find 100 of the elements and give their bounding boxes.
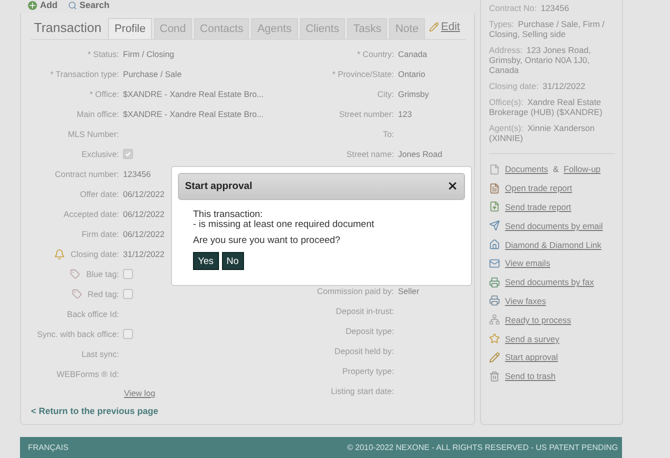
report-icon	[489, 201, 500, 212]
action-link[interactable]: Send documents by email	[505, 220, 603, 231]
field-label: * Office:	[90, 89, 119, 99]
action-link[interactable]: Send to trash	[505, 371, 556, 382]
dialog-question: Are you sure you want to proceed?	[193, 236, 342, 246]
action-link[interactable]: Send a survey	[505, 334, 560, 344]
field-label: Commission paid by:	[316, 286, 394, 296]
action-link[interactable]: Documents	[505, 164, 548, 174]
field-value: $XANDRE - Xandre Real Estate Bro...	[123, 109, 264, 119]
field-label: * Status:	[88, 49, 119, 59]
language-link[interactable]: FRANÇAIS	[28, 443, 68, 452]
tab[interactable]: Tasks	[347, 18, 388, 39]
pencil-icon	[489, 352, 500, 363]
tab[interactable]: Contacts	[194, 18, 250, 39]
field-value: 06/12/2022	[123, 189, 165, 199]
tab[interactable]: Profile	[108, 18, 152, 39]
tab[interactable]: Clients	[300, 18, 346, 39]
joiner-text: &	[553, 164, 559, 174]
tag-icon	[70, 269, 80, 279]
action-link[interactable]: Send trade report	[505, 202, 572, 212]
field-value: $XANDRE - Xandre Real Estate Bro...	[123, 89, 264, 99]
fax-icon	[489, 276, 500, 288]
network-icon	[489, 314, 500, 326]
search-button[interactable]: Search	[68, 0, 110, 10]
action-link[interactable]: Start approval	[505, 352, 558, 362]
action-link[interactable]: Open trade report	[505, 183, 572, 194]
field-label: WEBForms ® Id:	[56, 369, 119, 379]
edit-link[interactable]: Edit	[429, 21, 460, 39]
action-link[interactable]: Follow-up	[564, 164, 601, 174]
tag-icon	[72, 289, 82, 299]
field-label: MLS Number:	[68, 129, 119, 139]
panel-title: Transaction	[33, 20, 102, 37]
field-label: * Country:	[357, 49, 394, 59]
field-label: To:	[382, 129, 394, 139]
field-label: Firm date:	[82, 229, 119, 239]
action-link[interactable]: Ready to process	[505, 314, 572, 325]
checkbox[interactable]	[123, 329, 133, 339]
field-label: * Transaction type:	[50, 69, 119, 79]
view-log-link[interactable]: View log	[124, 388, 156, 398]
close-button[interactable]: ×	[447, 179, 458, 194]
return-link[interactable]: < Return to the previous page	[31, 406, 466, 416]
field-label: Street name:	[346, 149, 394, 159]
action-link[interactable]: Send documents by fax	[505, 277, 594, 288]
add-icon	[28, 0, 37, 10]
summary-line: Types: Purchase / Sale, Firm / Closing, Selling side	[489, 19, 606, 39]
yes-button[interactable]: Yes	[193, 252, 218, 270]
printer-icon	[489, 295, 500, 306]
action-link[interactable]: Diamond & Diamond Link	[505, 240, 602, 250]
field-label: Accepted date:	[64, 209, 119, 219]
dialog-message: This transaction:	[193, 210, 264, 220]
no-button[interactable]: No	[222, 252, 244, 270]
checkbox[interactable]	[123, 269, 133, 279]
trash-icon	[489, 370, 500, 382]
tab[interactable]: Cond	[154, 18, 192, 39]
house-icon	[489, 239, 500, 250]
field-label: Exclusive:	[82, 149, 119, 159]
field-value: 123	[398, 109, 412, 119]
add-button[interactable]: Add	[28, 0, 58, 10]
field-label: Listing start date:	[330, 386, 394, 396]
email-icon	[489, 220, 500, 232]
tab[interactable]: Agents	[251, 18, 298, 39]
field-value: 06/12/2022	[123, 229, 165, 239]
field-label: Closing date:	[70, 249, 119, 259]
dialog-title: Start approval	[185, 181, 252, 192]
action-link[interactable]: View emails	[505, 258, 550, 268]
action-link[interactable]: View faxes	[505, 296, 546, 306]
star-icon	[489, 333, 500, 344]
field-label: Deposit in-trust:	[336, 306, 394, 316]
field-value: Firm / Closing	[123, 49, 174, 59]
field-label: Deposit held by:	[334, 346, 394, 356]
checkbox[interactable]	[123, 289, 133, 299]
pencil-icon	[429, 22, 440, 32]
field-label: * Province/State:	[332, 69, 394, 79]
field-value: Jones Road	[398, 149, 442, 159]
tab[interactable]: Note	[389, 18, 425, 39]
field-label: Offer date:	[80, 189, 119, 199]
mail-icon	[489, 258, 500, 269]
field-label: Deposit type:	[346, 326, 394, 336]
summary-line: Agent(s): Xinnie Xanderson (XINNIE)	[489, 123, 596, 143]
copyright-text: © 2010-2022 NEXONE - ALL RIGHTS RESERVED - US PATENT PENDING	[347, 443, 618, 452]
field-label: City:	[377, 89, 394, 99]
summary-line: Contract No: 123456	[489, 3, 570, 13]
field-value: 123456	[123, 169, 151, 179]
summary-line: Address: 123 Jones Road, Grimsby, Ontario N0A 1J0, Canada	[489, 45, 592, 75]
field-value: Grimsby	[398, 89, 429, 99]
field-label: Red tag:	[88, 289, 119, 299]
summary-line: Closing date: 31/12/2022	[489, 81, 586, 91]
field-label: Back office Id:	[67, 309, 119, 319]
field-value: Purchase / Sale	[123, 69, 182, 79]
field-label: Contract number:	[54, 169, 119, 179]
checkbox[interactable]	[123, 149, 133, 159]
document-icon	[489, 164, 500, 175]
search-icon	[68, 0, 76, 10]
check-icon	[125, 151, 131, 157]
dialog-message: - is missing at least one required document	[193, 220, 376, 230]
field-label: Property type:	[342, 366, 394, 376]
field-value: Canada	[398, 49, 428, 59]
field-label: Main office:	[76, 109, 119, 119]
field-label: Last sync:	[82, 349, 119, 359]
field-label: Blue tag:	[86, 269, 119, 279]
